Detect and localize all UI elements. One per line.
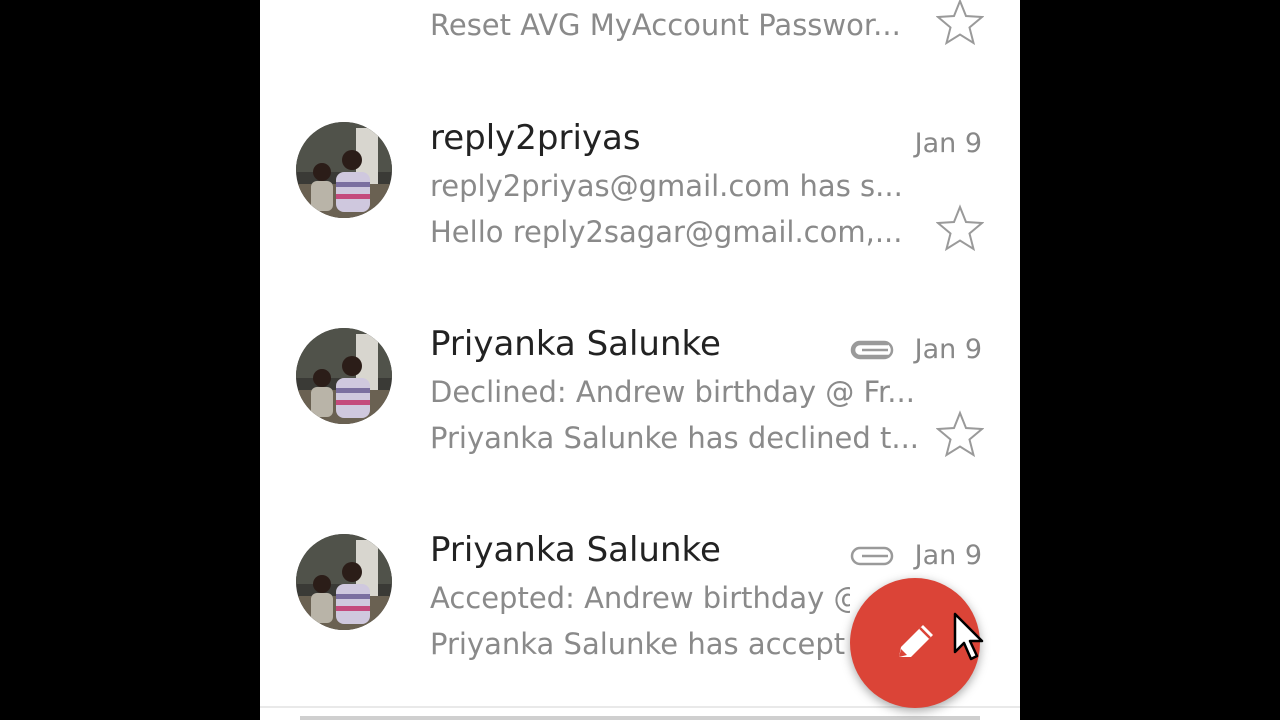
star-icon[interactable]	[936, 204, 984, 252]
email-sender: reply2priyas	[430, 118, 641, 158]
email-row[interactable]: Priyanka Salunke Jan 9 Declined: Andrew …	[260, 294, 1020, 502]
email-date: Jan 9	[914, 128, 982, 159]
star-icon[interactable]	[936, 410, 984, 458]
email-sender: Priyanka Salunke	[430, 530, 721, 570]
email-snippet: Priyanka Salunke has accept	[430, 627, 846, 661]
email-row-partial[interactable]: Reset AVG MyAccount Passwor...	[260, 0, 1020, 90]
email-snippet: Priyanka Salunke has declined t...	[430, 421, 920, 455]
email-date: Jan 9	[914, 334, 982, 365]
pencil-icon	[899, 625, 933, 657]
attachment-icon	[850, 546, 894, 566]
email-snippet: Hello reply2sagar@gmail.com,...	[430, 215, 903, 249]
next-row-divider	[300, 716, 980, 720]
email-subject: reply2priyas@gmail.com has s...	[430, 169, 903, 203]
email-subject: Reset AVG MyAccount Passwor...	[430, 8, 901, 42]
email-subject: Accepted: Andrew birthday @	[430, 581, 850, 615]
attachment-icon	[850, 340, 894, 360]
avatar	[296, 122, 392, 218]
star-icon[interactable]	[936, 0, 984, 46]
email-row[interactable]: reply2priyas Jan 9 reply2priyas@gmail.co…	[260, 88, 1020, 296]
mouse-cursor-icon	[953, 612, 984, 661]
email-sender: Priyanka Salunke	[430, 324, 721, 364]
email-date: Jan 9	[914, 540, 982, 571]
avatar	[296, 328, 392, 424]
avatar	[296, 534, 392, 630]
email-subject: Declined: Andrew birthday @ Fr...	[430, 375, 915, 409]
